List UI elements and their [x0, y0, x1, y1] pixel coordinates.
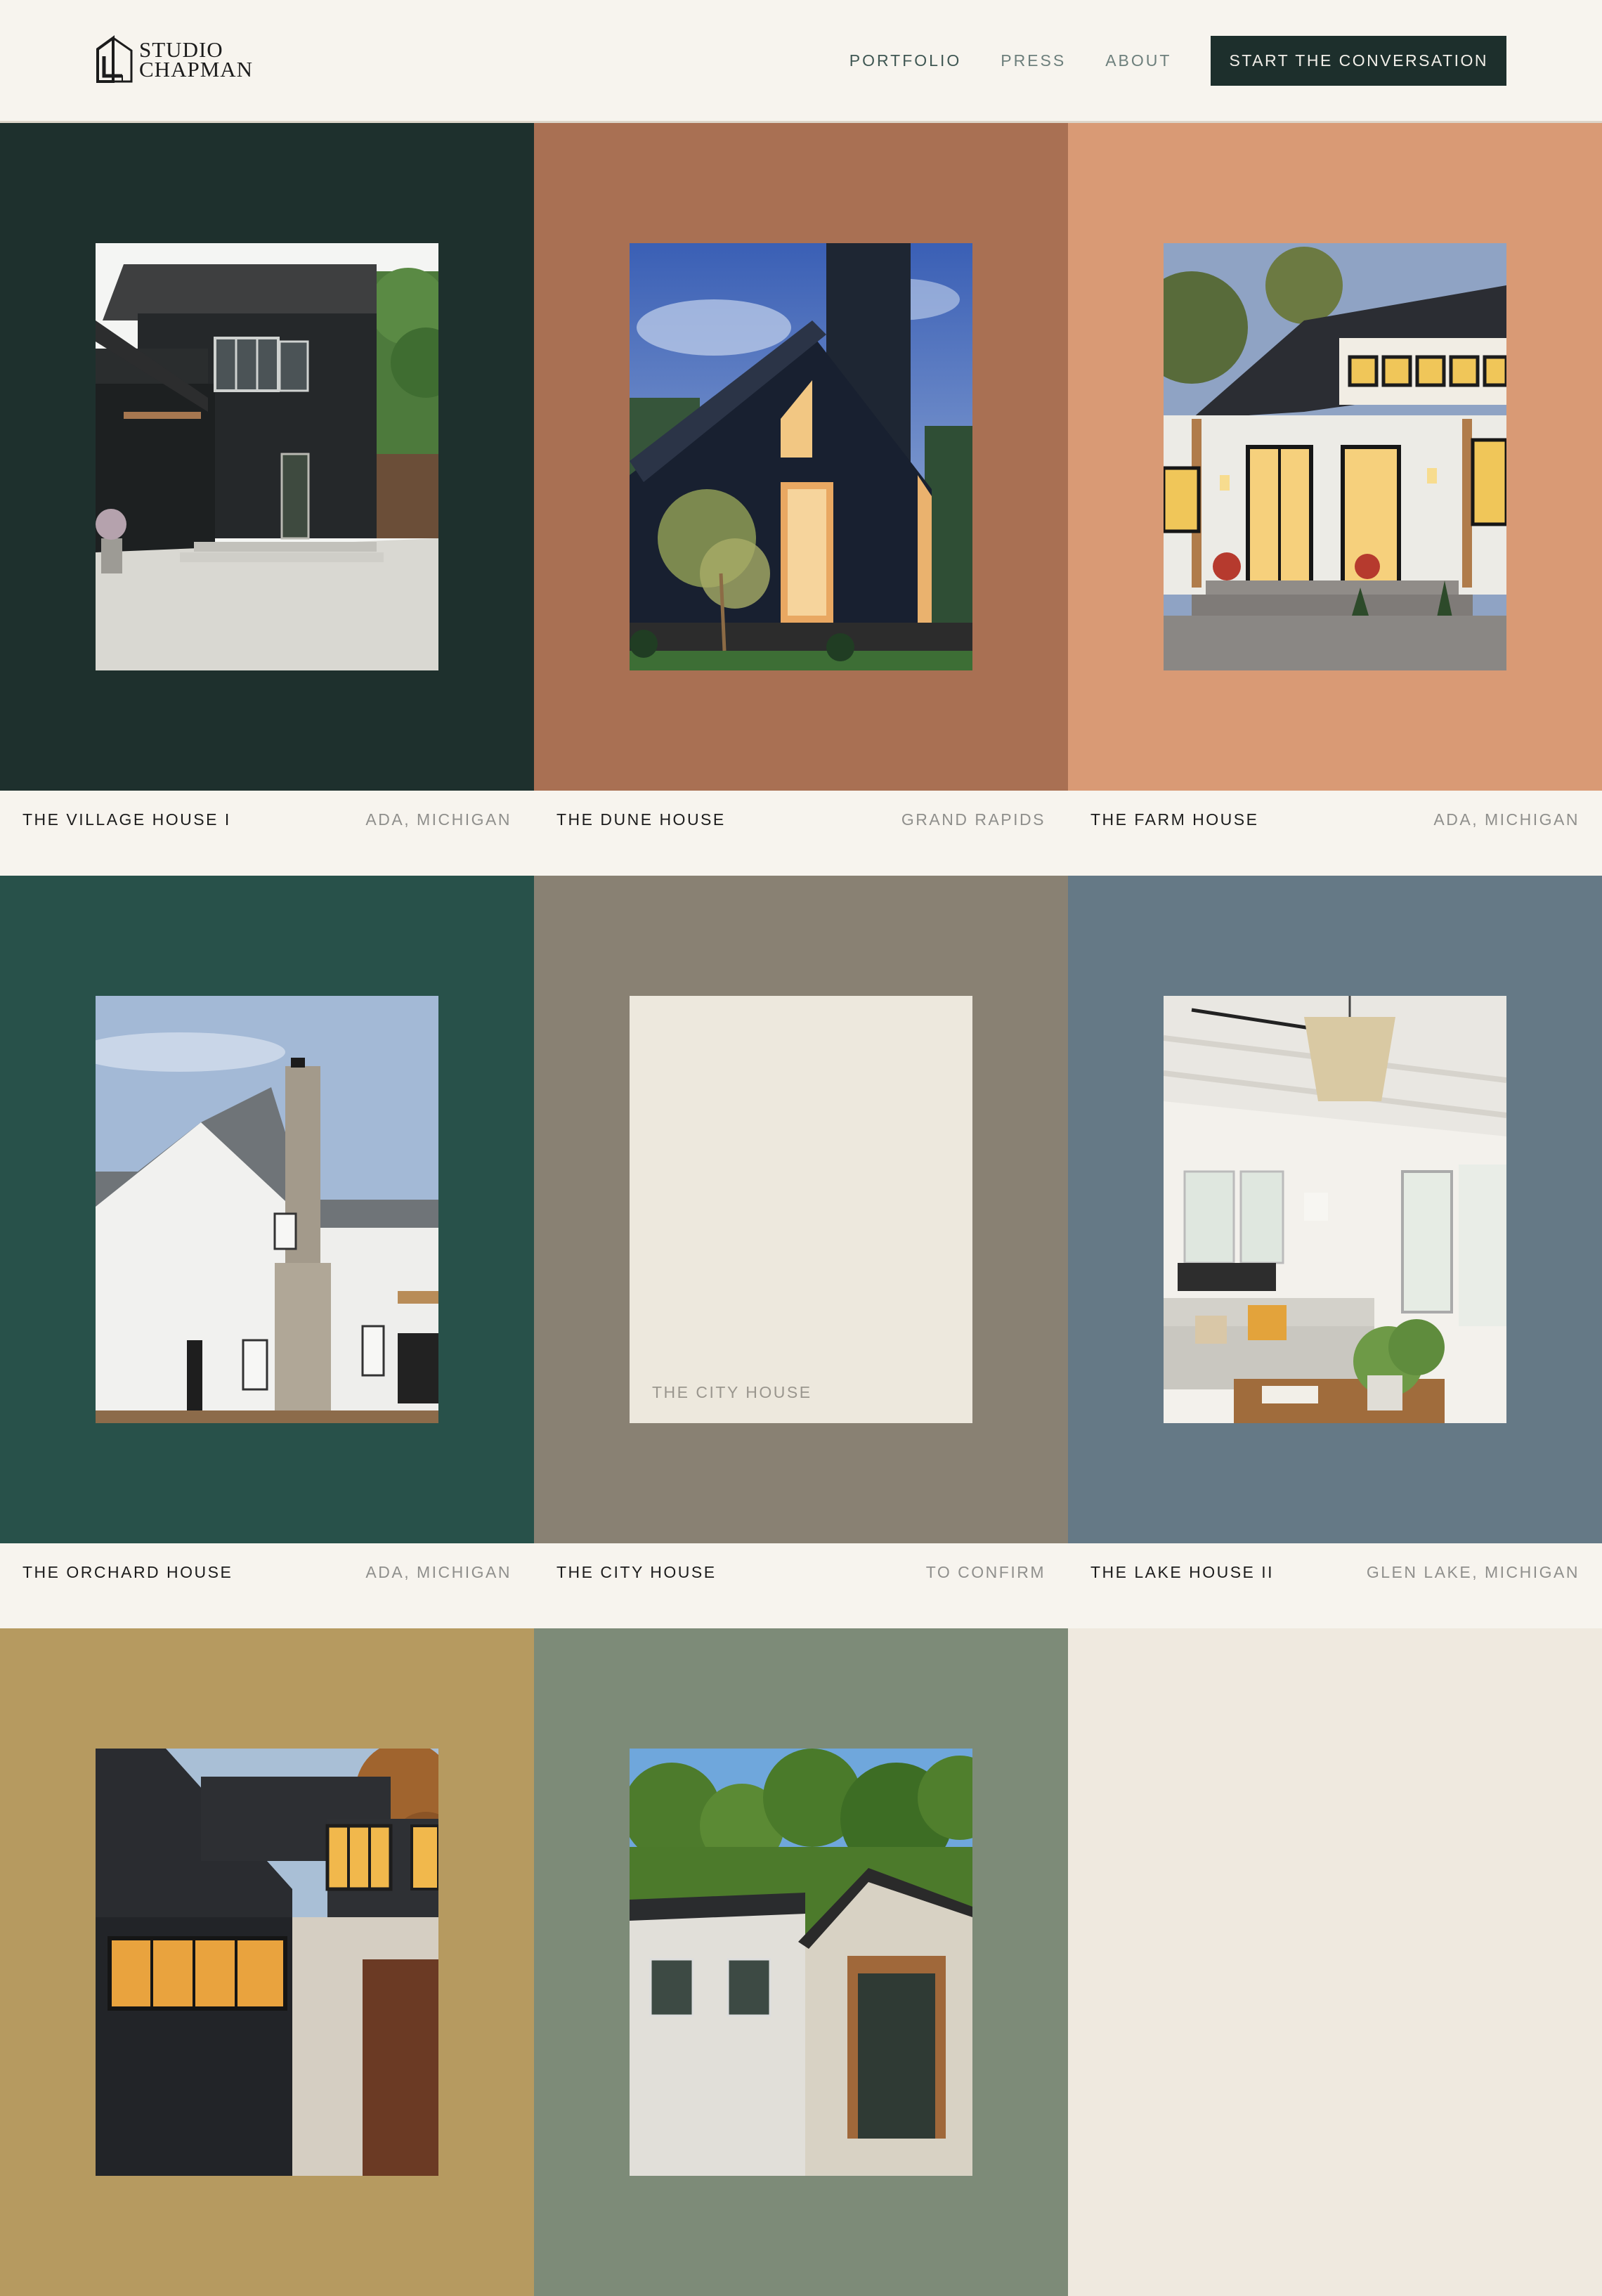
project-location: ADA, MICHIGAN	[365, 1563, 512, 1581]
project-location: GLEN LAKE, MICHIGAN	[1366, 1563, 1580, 1581]
project-location: GRAND RAPIDS	[901, 810, 1046, 829]
project-location: ADA, MICHIGAN	[365, 810, 512, 829]
a-frame-dusk-photo	[630, 243, 972, 670]
modern-house-trees-photo	[630, 1749, 972, 2176]
nav-portfolio[interactable]: PORTFOLIO	[849, 51, 962, 70]
project-location: ADA, MICHIGAN	[1433, 810, 1580, 829]
project-caption: THE FARM HOUSE ADA, MICHIGAN	[1068, 791, 1602, 876]
project-title: THE CITY HOUSE	[556, 1563, 717, 1581]
house-logo-icon	[96, 35, 133, 83]
project-title: THE DUNE HOUSE	[556, 810, 726, 829]
white-house-stone-chimney-photo	[96, 996, 438, 1423]
image-placeholder: THE CITY HOUSE	[630, 996, 972, 1423]
main-nav: PORTFOLIO PRESS ABOUT START THE CONVERSA…	[849, 36, 1506, 86]
project-panel	[534, 1628, 1068, 2296]
white-farmhouse-evening-photo	[1164, 243, 1506, 670]
brick-house-dusk-photo	[96, 1749, 438, 2176]
brand-line-2: CHAPMAN	[139, 57, 254, 82]
logo[interactable]: STUDIO CHAPMAN	[96, 35, 253, 84]
site-header: STUDIO CHAPMAN PORTFOLIO PRESS ABOUT STA…	[0, 0, 1602, 123]
project-location: TO CONFIRM	[925, 1563, 1046, 1581]
placeholder-label: THE CITY HOUSE	[652, 1383, 812, 1401]
project-panel	[0, 1628, 534, 2296]
project-title: THE VILLAGE HOUSE I	[22, 810, 231, 829]
nav-about[interactable]: ABOUT	[1105, 51, 1171, 70]
project-panel: THE CITY HOUSE	[534, 876, 1068, 1543]
project-caption: THE CITY HOUSE TO CONFIRM	[534, 1543, 1068, 1628]
nav-press[interactable]: PRESS	[1001, 51, 1066, 70]
project-panel	[0, 876, 534, 1543]
brand-name: STUDIO CHAPMAN	[139, 39, 254, 82]
project-panel	[1068, 876, 1602, 1543]
project-caption: THE VILLAGE HOUSE I ADA, MICHIGAN	[0, 791, 534, 876]
project-panel	[0, 123, 534, 791]
project-caption: THE LAKE HOUSE II GLEN LAKE, MICHIGAN	[1068, 1543, 1602, 1628]
project-panel	[1068, 123, 1602, 791]
project-caption: THE ORCHARD HOUSE ADA, MICHIGAN	[0, 1543, 534, 1628]
empty-panel	[1068, 1628, 1602, 2296]
project-title: THE ORCHARD HOUSE	[22, 1563, 233, 1581]
living-room-interior-photo	[1164, 996, 1506, 1423]
start-conversation-button[interactable]: START THE CONVERSATION	[1211, 36, 1506, 86]
project-title: THE LAKE HOUSE II	[1090, 1563, 1275, 1581]
project-title: THE FARM HOUSE	[1090, 810, 1259, 829]
dark-siding-house-photo	[96, 243, 438, 670]
project-caption: THE DUNE HOUSE GRAND RAPIDS	[534, 791, 1068, 876]
project-panel	[534, 123, 1068, 791]
